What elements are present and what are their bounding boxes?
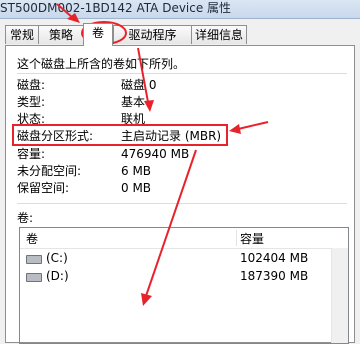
arrow-head: [144, 100, 154, 112]
arrow-line: [137, 47, 149, 103]
arrow-head: [141, 293, 152, 306]
highlight-box: [12, 124, 228, 146]
tab-volumes[interactable]: 卷: [83, 23, 113, 46]
arrow-line: [237, 121, 269, 130]
arrow-line: [145, 149, 197, 297]
arrow-head: [229, 124, 241, 134]
annotation-overlay: [12, 3, 269, 306]
arrow-line: [56, 3, 74, 19]
